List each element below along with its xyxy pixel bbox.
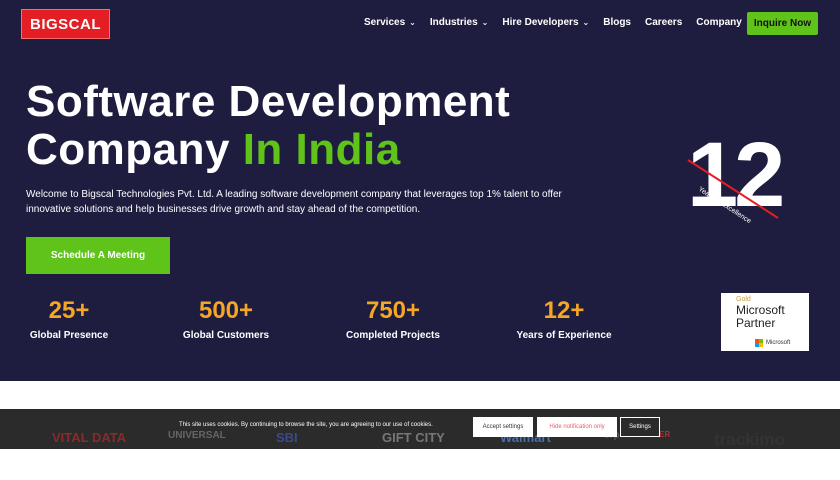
hide-notification-button[interactable]: Hide notification only bbox=[537, 417, 617, 437]
accept-settings-button[interactable]: Accept settings bbox=[473, 417, 533, 437]
client-logo-sbi: SBI bbox=[276, 430, 298, 445]
stat-global-presence: 25+ Global Presence bbox=[29, 297, 109, 341]
nav-item-company[interactable]: Company⌄ bbox=[696, 17, 752, 28]
main-nav: Services ⌄ Industries ⌄ Hire Developers ⌄ B… bbox=[364, 17, 767, 28]
client-logo-vitaldata: VITAL DATA bbox=[52, 430, 127, 445]
client-logo-trackimo: trackimo bbox=[714, 430, 785, 449]
chevron-down-icon: ⌄ bbox=[582, 17, 590, 27]
stat-years-experience: 12+ Years of Experience bbox=[516, 297, 612, 341]
nav-item-hire-developers[interactable]: Hire Developers ⌄ bbox=[502, 17, 589, 28]
hero-description: Welcome to Bigscal Technologies Pvt. Ltd… bbox=[26, 189, 562, 215]
nav-item-blogs[interactable]: Blogs bbox=[603, 17, 631, 28]
inquire-now-button[interactable]: Inquire Now bbox=[747, 12, 818, 35]
cookie-notice-text: This site uses cookies. By continuing to… bbox=[179, 422, 433, 428]
schedule-meeting-button[interactable]: Schedule A Meeting bbox=[26, 237, 170, 274]
nav-item-services[interactable]: Services ⌄ bbox=[364, 17, 416, 28]
hero-title: Software Development Company In India bbox=[26, 77, 511, 174]
chevron-down-icon: ⌄ bbox=[409, 17, 416, 27]
nav-item-careers[interactable]: Careers bbox=[645, 17, 682, 28]
client-logo-universal: UNIVERSAL bbox=[168, 430, 226, 441]
microsoft-logo-icon bbox=[755, 339, 763, 347]
stat-completed-projects: 750+ Completed Projects bbox=[346, 297, 440, 341]
chevron-down-icon: ⌄ bbox=[481, 17, 489, 27]
cookie-settings-button[interactable]: Settings bbox=[620, 417, 660, 437]
stat-global-customers: 500+ Global Customers bbox=[182, 297, 270, 341]
microsoft-partner-badge: Gold Microsoft Partner Microsoft bbox=[721, 293, 809, 351]
client-logo-giftcity: GIFT CITY bbox=[382, 430, 445, 445]
years-of-excellence-badge: 12 Years of Excellence bbox=[687, 124, 786, 226]
nav-item-industries[interactable]: Industries ⌄ bbox=[430, 17, 489, 28]
bigscal-logo[interactable]: BIGSCAL bbox=[21, 9, 110, 39]
